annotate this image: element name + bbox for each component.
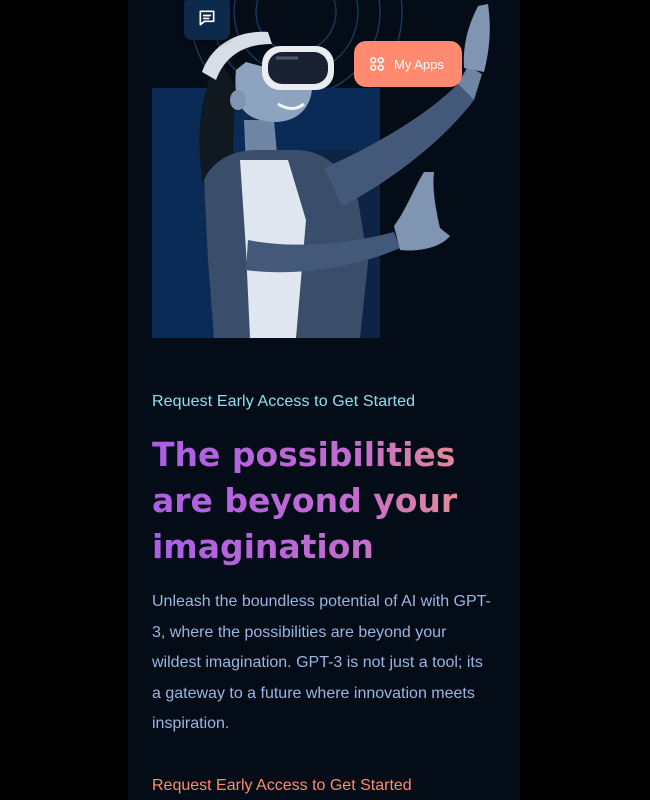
my-apps-button[interactable]: My Apps bbox=[354, 41, 462, 87]
request-access-link[interactable]: Request Early Access to Get Started bbox=[152, 777, 412, 795]
my-apps-label: My Apps bbox=[394, 56, 444, 72]
eyebrow-text: Request Early Access to Get Started bbox=[152, 393, 416, 410]
chat-icon bbox=[199, 10, 215, 26]
page-description: Unleash the boundless potential of AI wi… bbox=[152, 593, 491, 732]
hero-illustration: My Apps bbox=[128, 0, 520, 345]
chat-button[interactable] bbox=[184, 0, 230, 40]
main-column: My Apps Request Early Access to Get Star… bbox=[128, 0, 520, 800]
grid-icon bbox=[370, 57, 384, 71]
page-headline: The possibilities are beyond your imagin… bbox=[152, 432, 512, 570]
